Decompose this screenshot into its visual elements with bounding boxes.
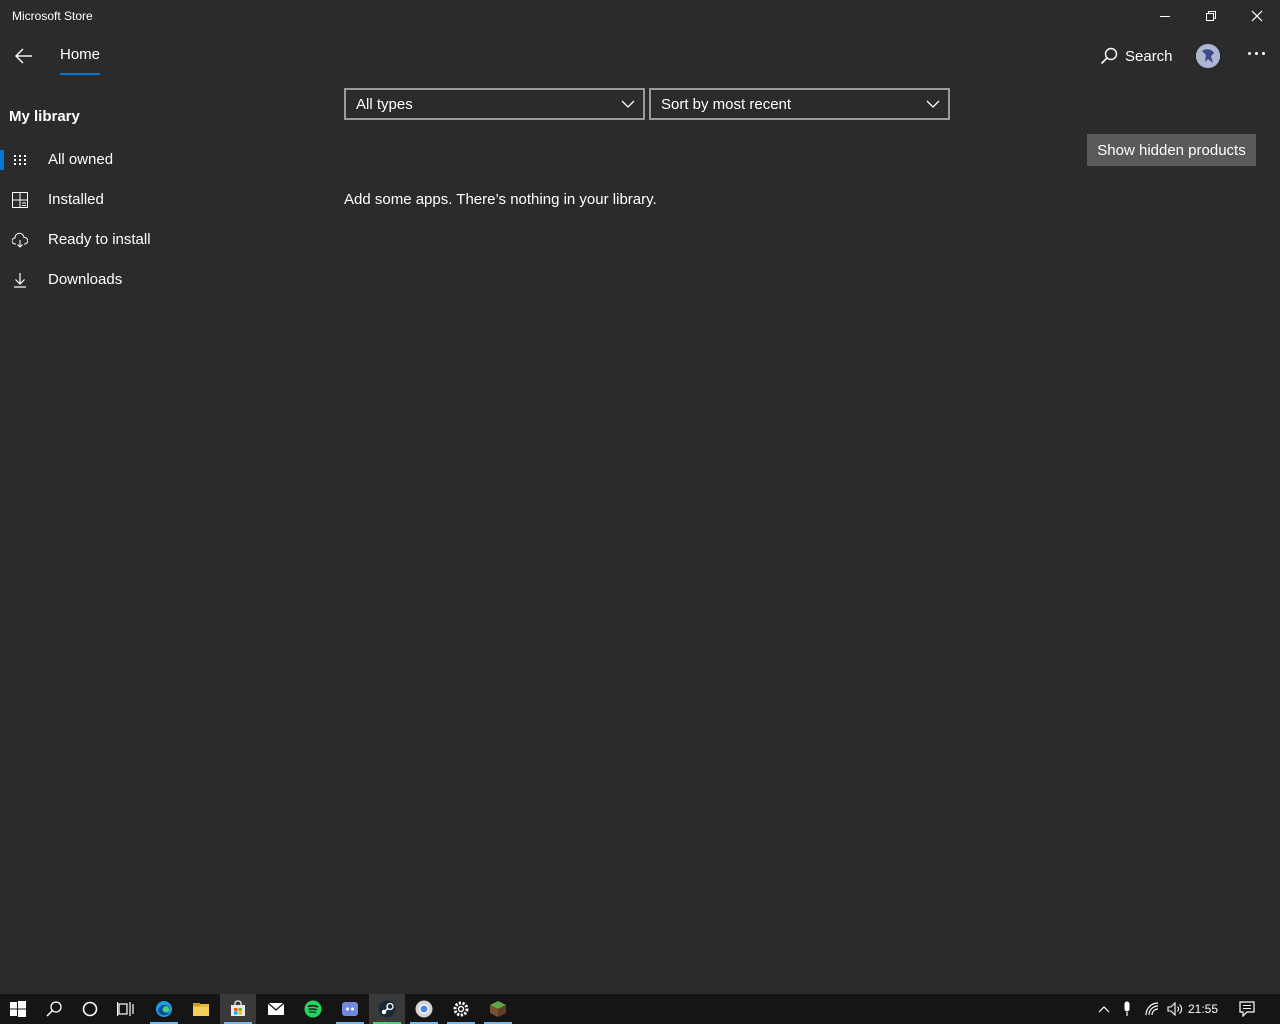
chevron-up-icon [1098, 1006, 1110, 1013]
taskbar-app-mail[interactable] [258, 994, 294, 1024]
sidebar-item-label: Ready to install [48, 231, 151, 248]
steam-icon [378, 1000, 396, 1018]
taskbar-search-button[interactable] [36, 994, 72, 1024]
tab-selected-indicator [60, 73, 101, 75]
file-explorer-icon [193, 1003, 209, 1016]
search-icon [46, 1001, 62, 1017]
restore-icon [1206, 11, 1216, 21]
selection-indicator [0, 150, 4, 170]
taskbar-app-file-explorer[interactable] [183, 994, 219, 1024]
minimize-icon [1160, 16, 1170, 17]
taskbar-app-spotify[interactable] [295, 994, 331, 1024]
account-avatar[interactable] [1196, 44, 1220, 68]
back-button[interactable] [8, 40, 40, 72]
discord-icon [342, 1002, 358, 1016]
search-icon [1100, 47, 1118, 65]
taskbar-app-discord[interactable] [332, 994, 368, 1024]
edge-icon [156, 1001, 172, 1017]
network-button[interactable] [1142, 994, 1164, 1024]
close-icon [1251, 10, 1263, 22]
cloud-download-icon [11, 232, 29, 248]
show-hidden-products-button[interactable]: Show hidden products [1087, 134, 1256, 166]
wifi-icon [1145, 1002, 1159, 1016]
avatar-image [1196, 44, 1220, 68]
title-bar: Microsoft Store [0, 0, 1280, 32]
chevron-down-icon [621, 100, 635, 108]
restore-button[interactable] [1188, 0, 1234, 32]
search-button[interactable]: Search [1100, 44, 1173, 68]
chevron-down-icon [926, 100, 940, 108]
back-arrow-icon [15, 48, 32, 64]
taskbar-app-minecraft[interactable] [480, 994, 516, 1024]
store-icon [231, 1000, 245, 1016]
taskbar-app-steam[interactable] [369, 994, 405, 1024]
notification-icon [1239, 1001, 1255, 1017]
sidebar-item-ready-to-install[interactable]: Ready to install [0, 220, 300, 260]
sidebar-item-installed[interactable]: Installed [0, 180, 300, 220]
spotify-icon [304, 1000, 322, 1018]
installed-icon [12, 192, 28, 208]
chrome-icon [415, 1000, 433, 1018]
taskbar: 21:55 [0, 994, 1280, 1024]
tab-home-label: Home [60, 46, 101, 63]
taskbar-app-settings[interactable] [443, 994, 479, 1024]
window-title: Microsoft Store [12, 9, 93, 23]
more-dot [1254, 51, 1258, 55]
volume-button[interactable] [1164, 994, 1186, 1024]
type-filter-value: All types [356, 96, 413, 113]
sidebar-heading: My library [9, 108, 80, 125]
sort-value: Sort by most recent [661, 96, 792, 113]
tab-home[interactable]: Home [60, 46, 101, 76]
taskbar-app-edge[interactable] [146, 994, 182, 1024]
cortana-button[interactable] [72, 994, 108, 1024]
search-label: Search [1125, 47, 1173, 65]
taskbar-app-chrome[interactable] [406, 994, 442, 1024]
more-options-button[interactable] [1240, 40, 1272, 66]
settings-icon [453, 1001, 469, 1017]
volume-icon [1167, 1002, 1182, 1016]
task-view-icon [117, 1002, 134, 1016]
sidebar-item-label: All owned [48, 151, 114, 168]
sort-dropdown[interactable]: Sort by most recent [649, 88, 950, 120]
sidebar-item-label: Installed [48, 191, 104, 208]
more-dot [1261, 51, 1265, 55]
cortana-icon [82, 1001, 98, 1017]
sidebar-item-downloads[interactable]: Downloads [0, 260, 300, 300]
windows-start-icon [10, 1001, 26, 1017]
mail-icon [267, 1002, 285, 1015]
microphone-button[interactable] [1118, 994, 1136, 1024]
grid-icon [12, 152, 28, 168]
minecraft-icon [490, 1001, 506, 1017]
more-dot [1247, 51, 1251, 55]
taskbar-app-store[interactable] [220, 994, 256, 1024]
sidebar-item-label: Downloads [48, 271, 123, 288]
sidebar-item-all-owned[interactable]: All owned [0, 140, 300, 180]
close-button[interactable] [1234, 0, 1280, 32]
taskbar-clock[interactable]: 21:55 [1188, 1002, 1218, 1016]
empty-library-message: Add some apps. There’s nothing in your l… [344, 191, 657, 208]
task-view-button[interactable] [108, 994, 144, 1024]
minimize-button[interactable] [1142, 0, 1188, 32]
download-icon [12, 272, 28, 288]
microphone-icon [1124, 1001, 1130, 1016]
show-hidden-icons-button[interactable] [1094, 994, 1114, 1024]
action-center-button[interactable] [1234, 994, 1260, 1024]
type-filter-dropdown[interactable]: All types [344, 88, 645, 120]
start-button[interactable] [0, 994, 36, 1024]
